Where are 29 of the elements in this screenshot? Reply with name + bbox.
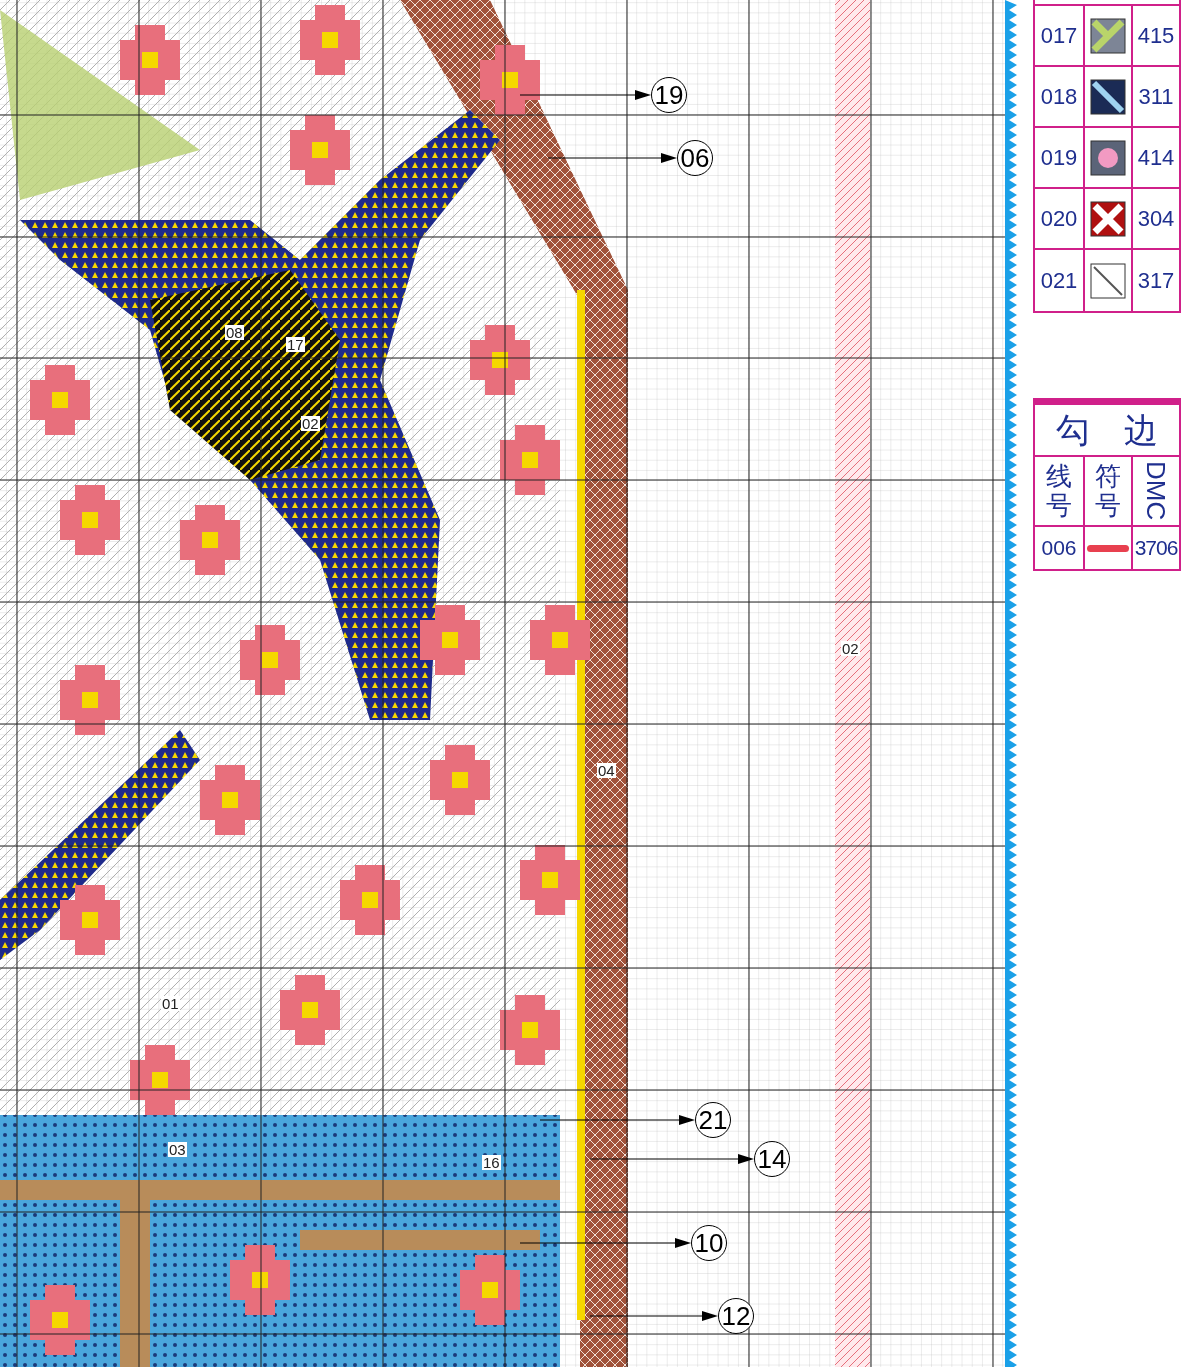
dmc-number: 415 (1136, 22, 1176, 50)
dmc-number: 3706 (1133, 535, 1179, 562)
area-number: 01 (161, 996, 180, 1011)
thread-number: 017 (1035, 6, 1085, 65)
column-header: 符号 (1095, 462, 1121, 520)
area-number: 17 (286, 337, 305, 352)
dmc-number: 414 (1136, 144, 1176, 172)
dmc-number: 317 (1136, 267, 1176, 295)
thread-number: 021 (1035, 250, 1085, 311)
thread-number: 018 (1035, 67, 1085, 126)
column-header: 线号 (1046, 462, 1072, 520)
area-number: 02 (841, 641, 860, 656)
dmc-number: 311 (1137, 83, 1175, 111)
dot-symbol-icon (1090, 139, 1126, 176)
column-header: DMC (1143, 461, 1169, 521)
cross-symbol-icon (1090, 200, 1126, 237)
line-symbol-icon (1090, 262, 1126, 299)
thread-number: 019 (1035, 128, 1085, 187)
area-number: 02 (301, 416, 320, 431)
area-number: 03 (168, 1142, 187, 1157)
dmc-number: 304 (1136, 205, 1176, 233)
area-number: 08 (225, 325, 244, 340)
thread-number: 020 (1035, 189, 1085, 248)
y-mark-symbol-icon (1090, 17, 1126, 54)
thread-number: 006 (1035, 527, 1085, 569)
area-number: 16 (482, 1155, 501, 1170)
backstitch-title: 勾 边 (1056, 413, 1158, 447)
diagonal-symbol-icon (1090, 78, 1126, 115)
area-number: 04 (597, 763, 616, 778)
